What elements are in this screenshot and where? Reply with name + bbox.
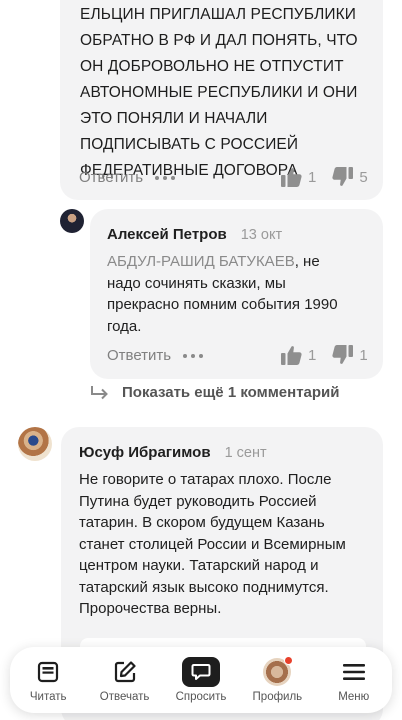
comment-line-text: , не bbox=[294, 253, 320, 270]
like-count: 1 bbox=[308, 346, 317, 364]
comment-line: ЭТО ПОНЯЛИ И НАЧАЛИ bbox=[80, 110, 268, 127]
vote-group: 1 1 bbox=[281, 345, 368, 365]
comment-line: года. bbox=[107, 317, 142, 335]
comment-line: центром науки. Татарский народ и bbox=[79, 557, 319, 574]
avatar[interactable] bbox=[60, 209, 84, 233]
chat-icon bbox=[181, 657, 220, 687]
tab-label: Спросить bbox=[175, 691, 227, 703]
tab-label: Меню bbox=[338, 691, 370, 703]
comment-text: ЕЛЬЦИН ПРИГЛАШАЛ РЕСПУБЛИКИ ОБРАТНО В РФ… bbox=[80, 2, 380, 184]
tab-read[interactable]: Читать bbox=[16, 657, 80, 703]
avatar[interactable] bbox=[18, 427, 52, 461]
comment-line: Не говорите о татарах плохо. После bbox=[79, 471, 332, 488]
dislike-count: 1 bbox=[359, 346, 368, 364]
thumbs-down-icon bbox=[332, 167, 354, 186]
tab-label: Отвечать bbox=[99, 691, 150, 703]
author-name[interactable]: Алексей Петров bbox=[107, 226, 227, 243]
thumbs-up-icon bbox=[281, 168, 302, 187]
hamburger-icon bbox=[342, 664, 365, 680]
tab-profile[interactable]: Профиль bbox=[245, 656, 309, 703]
comment-line: ПОДПИСЫВАТЬ С РОССИЕЙ bbox=[80, 136, 299, 153]
more-options-icon[interactable] bbox=[183, 353, 204, 358]
tab-label: Читать bbox=[29, 691, 67, 703]
comment-line: станет столицей России и Всемирным bbox=[79, 535, 346, 553]
comment-header: Юсуф Ибрагимов 1 сент bbox=[79, 444, 267, 461]
comment-date: 1 сент bbox=[224, 445, 267, 461]
comment-line: татарин. В скором будущем Казань bbox=[79, 514, 325, 531]
notification-dot bbox=[284, 656, 294, 665]
comment-actions: Ответить bbox=[79, 169, 176, 186]
comment-line: Пророчества верны. bbox=[79, 600, 222, 617]
comment-line: ЕЛЬЦИН ПРИГЛАШАЛ РЕСПУБЛИКИ bbox=[80, 6, 357, 23]
comment-line: ОН ДОБРОВОЛЬНО НЕ ОТПУСТИТ bbox=[80, 58, 344, 75]
thumbs-up-icon bbox=[281, 346, 302, 365]
comment-line: надо сочинять сказки, мы bbox=[107, 274, 286, 292]
tab-menu[interactable]: Меню bbox=[322, 657, 386, 703]
comment-date: 13 окт bbox=[240, 227, 283, 243]
like-button[interactable]: 1 bbox=[281, 345, 316, 365]
show-more-replies[interactable]: Показать ещё 1 комментарий bbox=[90, 384, 340, 401]
comment-line: прекрасно помним события 1990 bbox=[107, 296, 338, 313]
thumbs-down-icon bbox=[332, 345, 354, 364]
profile-avatar bbox=[263, 656, 294, 686]
reply-button[interactable]: Ответить bbox=[79, 169, 143, 186]
tab-label: Профиль bbox=[252, 691, 303, 703]
more-options-icon[interactable] bbox=[155, 175, 176, 180]
comment-actions: Ответить bbox=[107, 347, 204, 364]
dislike-button[interactable]: 5 bbox=[332, 167, 368, 187]
comment-line: татарский язык высоко поднимутся. bbox=[79, 578, 329, 596]
reply-arrow-icon bbox=[91, 385, 108, 399]
comment-header: Алексей Петров 13 окт bbox=[107, 226, 282, 243]
vote-group: 1 5 bbox=[281, 167, 368, 187]
comment-text: Не говорите о татарах плохо. После Путин… bbox=[79, 469, 379, 620]
author-name[interactable]: Юсуф Ибрагимов bbox=[79, 444, 211, 461]
dislike-button[interactable]: 1 bbox=[332, 345, 368, 365]
tab-ask[interactable]: Спросить bbox=[169, 657, 233, 703]
show-more-label: Показать ещё 1 комментарий bbox=[122, 384, 340, 401]
reply-button[interactable]: Ответить bbox=[107, 347, 171, 364]
tab-answer[interactable]: Отвечать bbox=[93, 657, 157, 703]
comment-line: АБДУЛ-РАШИД БАТУКАЕВ, не bbox=[107, 251, 369, 273]
read-icon bbox=[38, 661, 59, 683]
bottom-tab-bar: Читать Отвечать Спросить Профиль Меню bbox=[10, 647, 392, 713]
comment-line: Путина будет руководить Россией bbox=[79, 492, 317, 510]
like-button[interactable]: 1 bbox=[281, 167, 316, 187]
like-count: 1 bbox=[308, 168, 317, 186]
comment-text: АБДУЛ-РАШИД БАТУКАЕВ, не надо сочинять с… bbox=[107, 251, 369, 337]
dislike-count: 5 bbox=[359, 168, 368, 186]
comment-line: АВТОНОМНЫЕ РЕСПУБЛИКИ И ОНИ bbox=[80, 84, 358, 101]
mention-link[interactable]: АБДУЛ-РАШИД БАТУКАЕВ bbox=[107, 253, 295, 270]
comment-line: ОБРАТНО В РФ И ДАЛ ПОНЯТЬ, ЧТО bbox=[80, 32, 358, 49]
edit-icon bbox=[114, 661, 136, 683]
